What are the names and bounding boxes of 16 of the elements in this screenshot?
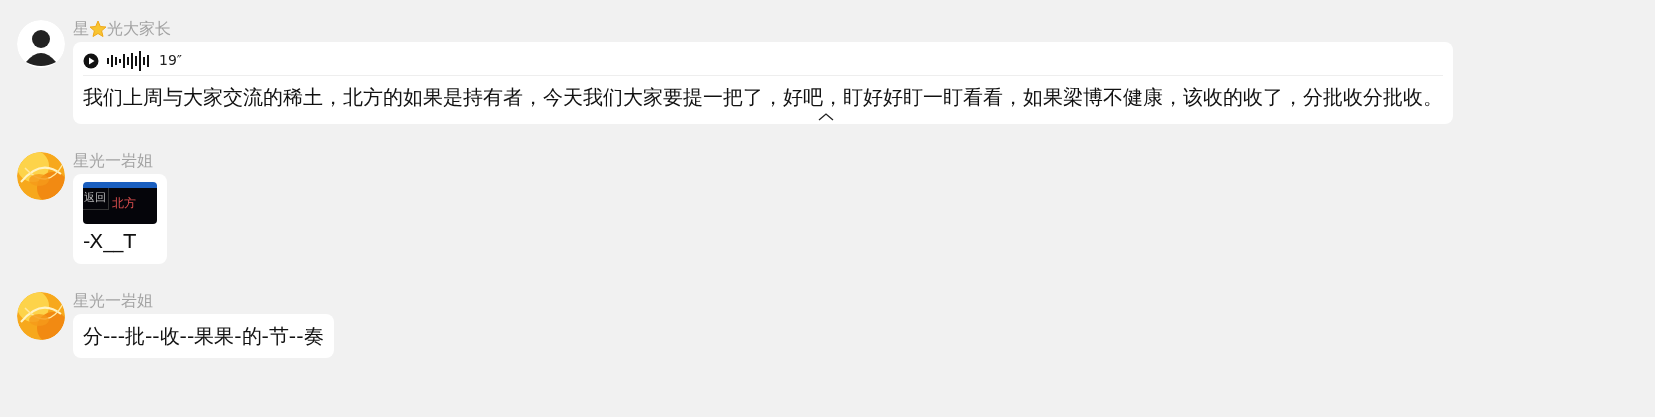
voice-duration: 19″ xyxy=(159,51,183,70)
collapse-caret-icon[interactable] xyxy=(818,112,834,121)
sender-name: 星光一岩姐 xyxy=(73,151,153,171)
avatar-icon xyxy=(17,20,65,68)
thumbnail-text: 返回 xyxy=(83,188,109,210)
sender-name: 星 xyxy=(73,19,89,39)
star-icon xyxy=(89,20,107,38)
message-text: 我们上周与大家交流的稀土，北方的如果是持有者，今天我们大家要提一把了，好吧，盯好好盯一盯看看，如果梁博不健康，该收的收了，分批收分批收。 xyxy=(83,84,1443,111)
message-text: 分---批--收--果果-的-节--奏 xyxy=(83,323,324,350)
play-icon[interactable] xyxy=(83,52,99,69)
sender-name: 光大家长 xyxy=(107,19,171,39)
thumbnail-text: 北方 xyxy=(111,195,136,212)
screenshot-thumbnail[interactable]: 返回 北方 xyxy=(83,182,157,224)
sender-name: 星光一岩姐 xyxy=(73,291,153,311)
waveform-icon xyxy=(107,50,151,71)
message-text: -X__T xyxy=(83,228,136,255)
